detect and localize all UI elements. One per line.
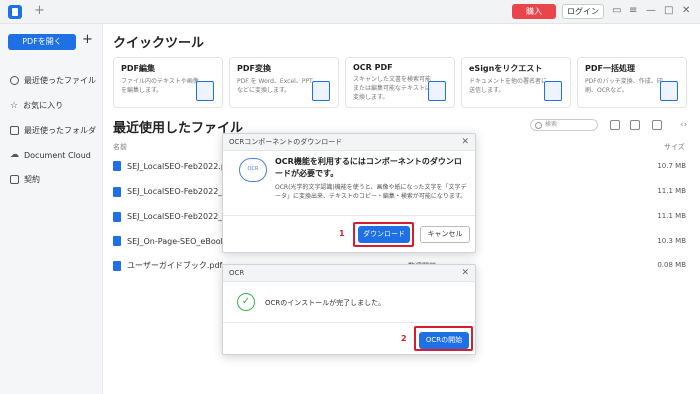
quick-tools-title: クイックツール <box>113 36 205 51</box>
file-size: 0.08 MB <box>657 261 686 269</box>
menu-icon[interactable]: ≡ <box>629 5 637 16</box>
maximize-icon[interactable]: □ <box>664 5 673 16</box>
pdf-file-icon <box>113 161 121 171</box>
sidebar-item-document-cloud[interactable]: ☁ Document Cloud <box>10 150 91 160</box>
table-row[interactable]: SEJ_LocalSEO-Feb2022_通 <box>113 211 230 222</box>
star-icon: ☆ <box>10 100 19 111</box>
ocr-cloud-icon: OCR <box>239 158 267 182</box>
ocr-icon <box>428 81 446 101</box>
column-size-header: サイズ <box>664 143 685 151</box>
close-icon[interactable]: ✕ <box>461 265 469 282</box>
file-name: SEJ_On-Page-SEO_eBook_ <box>127 236 230 246</box>
sidebar-item-favorites[interactable]: ☆ お気に入り <box>10 100 63 111</box>
tool-card-desc: PDFのバッチ変換、作成、印刷、OCRなど。 <box>585 78 663 94</box>
sidebar-item-recent-folders[interactable]: 最近使ったフォルダ <box>10 125 96 136</box>
sidebar-item-label: 最近使ったフォルダ <box>24 126 96 135</box>
ocr-icon-label: OCR <box>247 166 259 172</box>
tool-card-batch[interactable]: PDF一括処理 PDFのバッチ変換、作成、印刷、OCRなど。 <box>577 57 687 108</box>
ocr-download-dialog: OCRコンポーネントのダウンロード ✕ OCR OCR機能を利用するにはコンポー… <box>222 133 476 253</box>
cloud-icon: ☁ <box>10 150 19 160</box>
minimize-icon[interactable]: — <box>646 5 656 16</box>
esign-icon <box>544 81 562 101</box>
contract-icon <box>10 175 19 184</box>
dialog-heading: OCR機能を利用するにはコンポーネントのダウンロードが必要です。 <box>275 157 462 178</box>
sidebar-item-label: お気に入り <box>23 101 64 110</box>
table-row[interactable]: SEJ_LocalSEO-Feb2022.pd <box>113 161 231 171</box>
tool-card-title: PDF一括処理 <box>585 64 635 73</box>
pdf-file-icon <box>113 260 121 271</box>
sidebar-item-label: 契約 <box>24 175 40 184</box>
column-name-header: 名前 <box>113 143 127 151</box>
step-badge-2: 2 <box>401 334 407 343</box>
message-icon[interactable]: ▭ <box>612 5 621 16</box>
tool-card-pdf-edit[interactable]: PDF編集 ファイル内のテキストや画像を編集します。 <box>113 57 223 108</box>
close-icon[interactable]: ✕ <box>682 5 690 16</box>
grid-view-icon[interactable] <box>610 120 620 130</box>
tool-card-desc: PDF を Word、Excel、PPT などに変換します。 <box>237 78 313 94</box>
tool-card-desc: スキャンした文書を検索可能または編集可能なテキストに変換します。 <box>353 76 432 101</box>
buy-button[interactable]: 購入 <box>512 4 556 19</box>
folder-icon <box>10 126 19 135</box>
dialog-header: OCR ✕ <box>223 265 475 282</box>
pdf-file-icon <box>113 186 121 197</box>
file-name: ユーザーガイドブック.pdf <box>127 261 223 270</box>
download-highlight-frame <box>353 222 414 247</box>
step-badge-1: 1 <box>339 229 345 238</box>
file-size: 11.1 MB <box>657 187 686 195</box>
dialog-title: OCR <box>229 269 245 277</box>
cancel-button[interactable]: キャンセル <box>420 226 470 243</box>
tool-card-title: eSignをリクエスト <box>469 64 543 73</box>
search-input[interactable]: 検索 <box>530 119 598 131</box>
file-size: 10.7 MB <box>657 162 686 170</box>
pdf-file-icon <box>113 211 121 222</box>
pdf-file-icon <box>113 236 121 246</box>
table-row[interactable]: SEJ_LocalSEO-Feb2022_通 <box>113 186 230 197</box>
file-name: SEJ_LocalSEO-Feb2022.pd <box>127 161 231 171</box>
file-size: 11.1 MB <box>657 212 686 220</box>
start-ocr-highlight-frame <box>414 326 473 351</box>
dialog-body: OCR(光学的文字認識)機能を使うと、画像や紙になった文字を「文字データ」に変換… <box>275 184 467 200</box>
storage-icon[interactable] <box>652 120 662 130</box>
app-logo-icon <box>8 5 22 19</box>
dialog-header: OCRコンポーネントのダウンロード ✕ <box>223 134 475 151</box>
open-pdf-button[interactable]: PDFを開く <box>8 34 76 50</box>
clock-icon <box>10 76 19 85</box>
file-name: SEJ_LocalSEO-Feb2022_通 <box>127 187 231 196</box>
table-row[interactable]: SEJ_On-Page-SEO_eBook_ <box>113 236 229 246</box>
check-icon: ✓ <box>237 293 255 311</box>
file-size: 10.3 MB <box>657 237 686 245</box>
sidebar-item-label: 最近使ったファイル <box>24 76 96 85</box>
file-name: SEJ_LocalSEO-Feb2022_通 <box>127 212 231 221</box>
title-bar: + 購入 ログイン ▭ ≡ — □ ✕ <box>0 0 700 24</box>
tool-card-esign[interactable]: eSignをリクエスト ドキュメントを他の署名者に送信します。 <box>461 57 571 108</box>
sidebar-item-recent-files[interactable]: 最近使ったファイル <box>10 75 96 86</box>
tool-card-pdf-convert[interactable]: PDF変換 PDF を Word、Excel、PPT などに変換します。 <box>229 57 339 108</box>
sidebar-item-label: Document Cloud <box>24 150 91 160</box>
new-tab-button[interactable]: + <box>34 3 45 18</box>
add-button[interactable]: + <box>82 32 93 47</box>
close-icon[interactable]: ✕ <box>461 134 469 151</box>
convert-icon <box>312 81 330 101</box>
dialog-message: OCRのインストールが完了しました。 <box>265 299 386 307</box>
tool-card-title: OCR PDF <box>353 63 393 72</box>
sidebar-item-contracts[interactable]: 契約 <box>10 174 40 185</box>
tool-card-desc: ドキュメントを他の署名者に送信します。 <box>469 78 548 94</box>
tool-card-ocr-pdf[interactable]: OCR PDF スキャンした文書を検索可能または編集可能なテキストに変換します。 <box>345 57 455 108</box>
batch-icon <box>660 81 678 101</box>
tool-card-desc: ファイル内のテキストや画像を編集します。 <box>121 78 199 94</box>
edit-icon <box>196 81 214 101</box>
tool-card-title: PDF編集 <box>121 64 155 73</box>
code-icon[interactable]: ‹› <box>680 120 690 130</box>
dialog-title: OCRコンポーネントのダウンロード <box>229 138 343 146</box>
login-button[interactable]: ログイン <box>562 4 604 19</box>
table-row[interactable]: ユーザーガイドブック.pdf <box>113 260 222 271</box>
list-view-icon[interactable] <box>630 120 640 130</box>
tool-card-title: PDF変換 <box>237 64 271 73</box>
